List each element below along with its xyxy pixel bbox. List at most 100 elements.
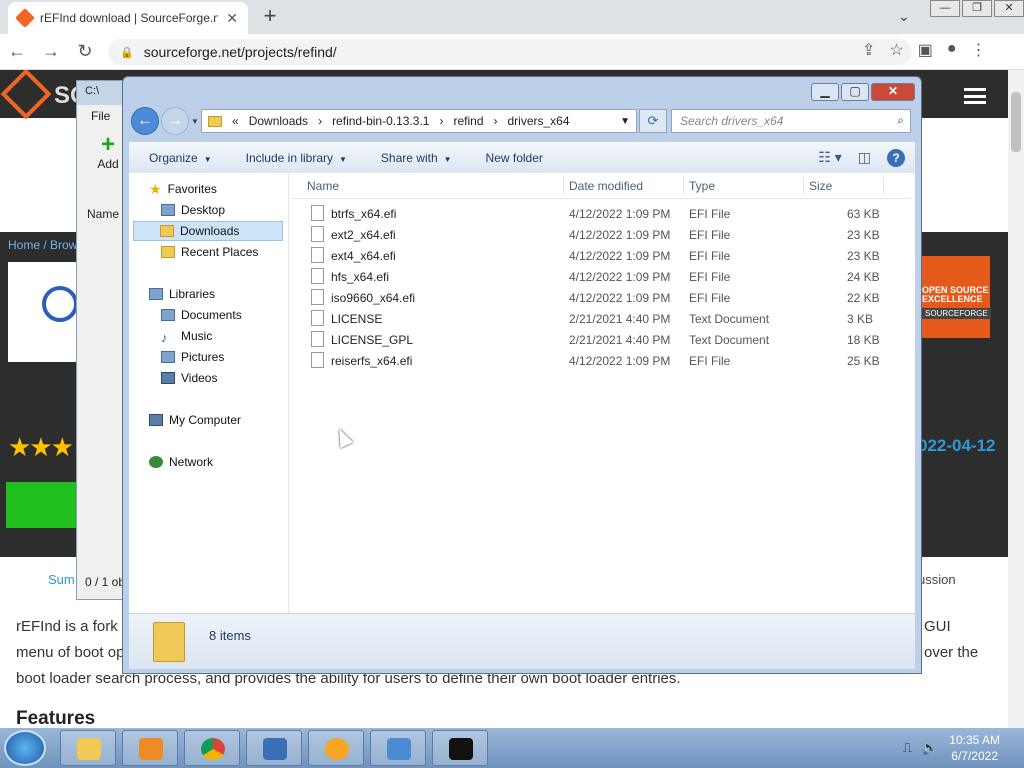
file-row[interactable]: ext2_x64.efi 4/12/2022 1:09 PM EFI File 23 … — [291, 224, 911, 245]
nav-recent-places[interactable]: Recent Places — [161, 242, 258, 262]
nav-favorites-label: Favorites — [167, 182, 217, 196]
column-divider[interactable] — [563, 175, 564, 195]
preview-pane-icon[interactable]: ◫ — [858, 149, 871, 167]
sourceforge-logo-icon[interactable] — [0, 70, 52, 120]
nav-favorites[interactable]: ★ Favorites — [149, 179, 217, 199]
nav-network[interactable]: Network — [149, 452, 213, 472]
7zip-name-column[interactable]: Name — [87, 207, 119, 221]
nav-my-computer[interactable]: My Computer — [149, 410, 241, 430]
forward-button[interactable]: → — [161, 107, 189, 135]
include-library-button[interactable]: Include in library ▼ — [226, 151, 361, 165]
volume-icon[interactable]: 🔈 — [922, 740, 938, 756]
restore-button[interactable]: ❐ — [962, 0, 992, 17]
back-button[interactable]: ← — [131, 107, 159, 135]
taskbar-keyboard[interactable] — [246, 730, 302, 766]
recent-pages-chevron-icon[interactable]: ▼ — [191, 117, 199, 126]
file-row[interactable]: hfs_x64.efi 4/12/2022 1:09 PM EFI File 24 K… — [291, 266, 911, 287]
7zip-file-menu[interactable]: File — [91, 109, 110, 123]
organize-button[interactable]: Organize ▼ — [129, 151, 226, 165]
reload-icon[interactable]: ↻ — [68, 41, 102, 62]
taskbar-explorer[interactable] — [60, 730, 116, 766]
explorer-maximize-button[interactable]: ▢ — [841, 83, 869, 101]
refresh-button[interactable]: ⟳ — [639, 109, 667, 133]
nav-libraries[interactable]: Libraries — [149, 284, 215, 304]
file-size: 23 KB — [847, 228, 880, 242]
bookmark-star-icon[interactable]: ☆ — [889, 40, 903, 60]
share-with-button[interactable]: Share with ▼ — [361, 151, 466, 165]
file-row[interactable]: LICENSE 2/21/2021 4:40 PM Text Document 3 K… — [291, 308, 911, 329]
nav-pictures[interactable]: Pictures — [161, 347, 224, 367]
back-arrow-icon[interactable]: ← — [0, 41, 34, 62]
column-size[interactable]: Size — [809, 179, 832, 193]
crumb-refind-bin[interactable]: refind-bin-0.13.3.1 — [332, 114, 429, 128]
side-panel-icon[interactable]: ▣ — [918, 40, 933, 60]
file-row[interactable]: reiserfs_x64.efi 4/12/2022 1:09 PM EFI Fil… — [291, 350, 911, 371]
taskbar-7zip[interactable] — [432, 730, 488, 766]
nav-downloads[interactable]: Downloads — [133, 221, 283, 241]
crumb-drivers[interactable]: drivers_x64 — [508, 114, 570, 128]
browser-tab[interactable]: rEFInd download | SourceForge.n ✕ — [8, 2, 248, 34]
column-divider[interactable] — [883, 175, 884, 195]
file-row[interactable]: btrfs_x64.efi 4/12/2022 1:09 PM EFI File 63… — [291, 203, 911, 224]
file-name: hfs_x64.efi — [331, 270, 390, 284]
address-bar[interactable]: 🔒 sourceforge.net/projects/refind/ — [108, 39, 912, 65]
nav-music[interactable]: ♪ Music — [161, 326, 212, 346]
tab-search-chevron-icon[interactable]: ⌄ — [898, 8, 910, 25]
share-icon[interactable]: ⇪ — [862, 40, 875, 60]
details-pane: 8 items — [129, 613, 915, 669]
close-button[interactable]: ✕ — [994, 0, 1024, 17]
minimize-button[interactable]: — — [930, 0, 960, 17]
new-folder-button[interactable]: New folder — [466, 151, 557, 165]
taskbar-chrome[interactable] — [184, 730, 240, 766]
download-button[interactable] — [6, 482, 76, 528]
breadcrumb[interactable]: Home / Brow — [8, 238, 77, 252]
network-tray-icon[interactable]: ⎍ — [903, 740, 912, 756]
profile-avatar-icon[interactable]: ● — [947, 40, 957, 60]
taskbar-control-panel[interactable] — [370, 730, 426, 766]
crumb-separator-icon[interactable]: › — [494, 114, 498, 128]
taskbar-media-player[interactable] — [122, 730, 178, 766]
start-button[interactable] — [4, 730, 46, 766]
column-type[interactable]: Type — [689, 179, 715, 193]
file-icon — [311, 205, 324, 221]
column-date-modified[interactable]: Date modified — [569, 179, 643, 193]
file-row[interactable]: ext4_x64.efi 4/12/2022 1:09 PM EFI File 23 … — [291, 245, 911, 266]
clock[interactable]: 10:35 AM 6/7/2022 — [949, 732, 1000, 764]
explorer-address-bar[interactable]: « Downloads › refind-bin-0.13.3.1 › refind… — [201, 109, 637, 133]
nav-desktop[interactable]: Desktop — [161, 200, 225, 220]
crumb-separator-icon[interactable]: › — [318, 114, 322, 128]
file-row[interactable]: iso9660_x64.efi 4/12/2022 1:09 PM EFI File… — [291, 287, 911, 308]
scrollbar-thumb[interactable] — [1011, 92, 1021, 152]
file-row[interactable]: LICENSE_GPL 2/21/2021 4:40 PM Text Documen… — [291, 329, 911, 350]
view-options-icon[interactable]: ☷ ▾ — [818, 149, 841, 167]
hamburger-menu-icon[interactable] — [964, 88, 986, 104]
address-prefix[interactable]: « — [232, 114, 239, 128]
new-tab-button[interactable]: + — [256, 4, 284, 30]
column-divider[interactable] — [803, 175, 804, 195]
discussion-tab[interactable]: ussion — [918, 572, 956, 587]
tab-close-icon[interactable]: ✕ — [226, 10, 238, 27]
menu-kebab-icon[interactable]: ⋮ — [971, 40, 987, 60]
explorer-minimize-button[interactable]: ▁ — [811, 83, 839, 101]
search-input[interactable]: Search drivers_x64 ⌕ — [671, 109, 911, 133]
clock-time: 10:35 AM — [949, 733, 1000, 747]
forward-arrow-icon[interactable]: → — [34, 41, 68, 62]
summary-tab[interactable]: Sum — [48, 572, 75, 587]
column-divider[interactable] — [683, 175, 684, 195]
page-scrollbar[interactable] — [1008, 70, 1024, 728]
taskbar-app[interactable] — [308, 730, 364, 766]
7zip-add-button[interactable]: + Add — [91, 133, 125, 173]
crumb-separator-icon[interactable]: › — [439, 114, 443, 128]
downloads-folder-icon — [160, 225, 174, 237]
help-icon[interactable]: ? — [887, 148, 905, 167]
nav-videos[interactable]: Videos — [161, 368, 217, 388]
search-icon[interactable]: ⌕ — [897, 113, 904, 128]
nav-documents[interactable]: Documents — [161, 305, 242, 325]
videos-icon — [161, 372, 175, 384]
column-name[interactable]: Name — [307, 179, 339, 193]
file-icon — [311, 310, 324, 326]
explorer-close-button[interactable]: ✕ — [871, 83, 915, 101]
crumb-downloads[interactable]: Downloads — [249, 114, 308, 128]
address-dropdown-icon[interactable]: ▼ — [620, 116, 630, 127]
crumb-refind[interactable]: refind — [453, 114, 483, 128]
